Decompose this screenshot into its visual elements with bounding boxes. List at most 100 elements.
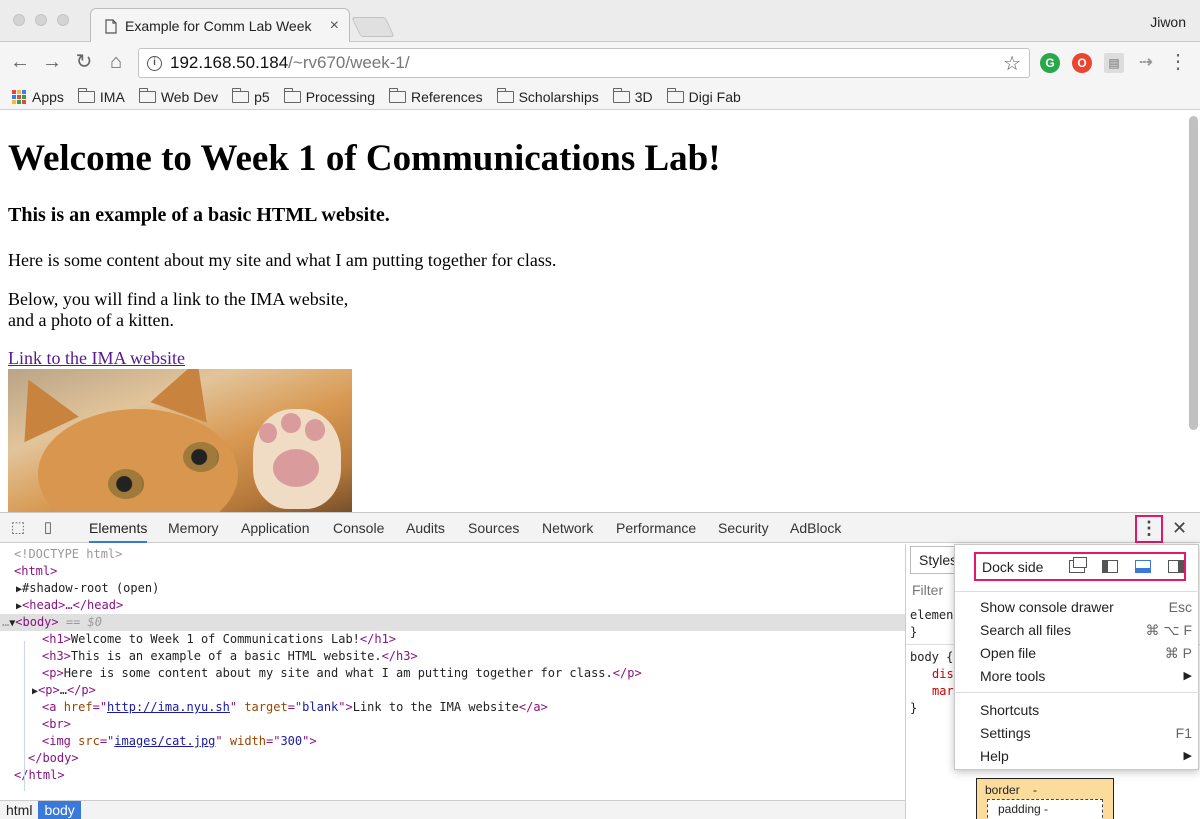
box-model-padding: padding -	[987, 799, 1103, 819]
reload-icon[interactable]: ↻	[72, 50, 96, 74]
menu-item-label: Open file	[980, 645, 1037, 661]
menu-item-shortcuts[interactable]: Shortcuts	[980, 699, 1192, 721]
dock-bottom-icon[interactable]	[1135, 560, 1151, 573]
folder-icon	[666, 87, 684, 103]
tab-memory[interactable]: Memory	[168, 513, 219, 543]
menu-item-shortcut: Esc	[1168, 599, 1192, 615]
folder-icon	[232, 87, 250, 103]
tab-console[interactable]: Console	[333, 513, 384, 543]
node-text: Welcome to Week 1 of Communications Lab!	[70, 632, 360, 646]
box-model-border: border - padding -	[976, 778, 1114, 819]
menu-item-open-file[interactable]: Open file ⌘ P	[980, 642, 1192, 664]
dom-node-html-close[interactable]: </html>	[0, 767, 905, 784]
dom-node-img[interactable]: <img src="images/cat.jpg" width="300">	[0, 733, 905, 750]
profile-name[interactable]: Jiwon	[1150, 14, 1186, 30]
devtools-close-icon[interactable]: ✕	[1172, 518, 1187, 539]
dom-node-a[interactable]: <a href="http://ima.nyu.sh" target="blan…	[0, 699, 905, 716]
dom-node-body[interactable]: …▼<body> == $0	[0, 614, 905, 631]
body-rule-selector[interactable]: body {	[910, 650, 953, 664]
back-icon[interactable]: ←	[8, 50, 32, 74]
close-window-button[interactable]	[13, 14, 25, 26]
dom-node-body-close[interactable]: </body>	[0, 750, 905, 767]
dom-node-h1[interactable]: <h1>Welcome to Week 1 of Communications …	[0, 631, 905, 648]
devtools-menu-icon[interactable]: ⋮	[1135, 515, 1163, 543]
extension-arrow-icon[interactable]: ⇢	[1136, 53, 1156, 73]
bookmark-apps[interactable]: Apps	[12, 89, 64, 105]
apps-grid-icon	[12, 89, 26, 104]
bookmark-folder-web-dev[interactable]: Web Dev	[138, 87, 218, 105]
bookmark-star-icon[interactable]: ☆	[1003, 51, 1021, 76]
dom-node-p[interactable]: <p>Here is some content about my site an…	[0, 665, 905, 682]
dom-node-shadow-root[interactable]: ▶#shadow-root (open)	[0, 580, 905, 597]
tab-performance[interactable]: Performance	[616, 513, 696, 543]
folder-icon	[138, 87, 156, 103]
dom-node-doctype[interactable]: <!DOCTYPE html>	[0, 546, 905, 563]
bookmark-label: Apps	[32, 88, 64, 105]
bookmark-folder-digi-fab[interactable]: Digi Fab	[666, 87, 741, 105]
tab-close-icon[interactable]: ×	[330, 17, 339, 35]
dom-node-head[interactable]: ▶<head>…</head>	[0, 597, 905, 614]
styles-filter-input[interactable]: Filter	[912, 582, 943, 598]
menu-item-label: More tools	[980, 668, 1046, 684]
ima-website-link[interactable]: Link to the IMA website	[8, 348, 185, 369]
tab-application[interactable]: Application	[241, 513, 310, 543]
opera-extension-icon[interactable]: O	[1072, 53, 1092, 73]
browser-tab[interactable]: Example for Comm Lab Week ×	[90, 8, 350, 43]
menu-item-shortcut: F1	[1175, 725, 1192, 741]
css-property[interactable]: dis	[932, 667, 954, 681]
dock-left-icon[interactable]	[1102, 560, 1118, 573]
page-viewport: Welcome to Week 1 of Communications Lab!…	[0, 111, 1200, 512]
menu-item-show-console-drawer[interactable]: Show console drawer Esc	[980, 596, 1192, 618]
dom-node-html[interactable]: <html>	[0, 563, 905, 580]
window-titlebar: Example for Comm Lab Week × Jiwon	[0, 0, 1200, 43]
tab-adblock[interactable]: AdBlock	[790, 513, 841, 543]
menu-item-settings[interactable]: Settings F1	[980, 722, 1192, 744]
address-bar[interactable]: i 192.168.50.184/~rv670/week-1/ ☆	[138, 48, 1030, 78]
src-link[interactable]: images/cat.jpg	[114, 734, 215, 748]
tab-elements[interactable]: Elements	[89, 513, 148, 543]
bookmark-folder-p5[interactable]: p5	[232, 87, 270, 105]
selected-marker: == $0	[58, 615, 102, 629]
dock-right-icon[interactable]	[1168, 560, 1184, 573]
tab-sources[interactable]: Sources	[468, 513, 519, 543]
home-icon[interactable]: ⌂	[104, 50, 128, 74]
page-scrollbar[interactable]	[1189, 116, 1198, 430]
menu-item-search-all-files[interactable]: Search all files ⌘ ⌥ F	[980, 619, 1192, 641]
bookmark-folder-3d[interactable]: 3D	[612, 87, 653, 105]
site-info-icon[interactable]: i	[147, 55, 162, 71]
bookmark-folder-scholarships[interactable]: Scholarships	[496, 87, 599, 105]
dom-node-p-collapsed[interactable]: ▶<p>…</p>	[0, 682, 905, 699]
extension-icon[interactable]: ▤	[1104, 53, 1124, 73]
bookmarks-bar: Apps IMA Web Dev p5 Processing Reference…	[0, 84, 1200, 110]
kitten-eye	[108, 469, 144, 499]
css-property[interactable]: mar	[932, 684, 954, 698]
dom-node-h3[interactable]: <h3>This is an example of a basic HTML w…	[0, 648, 905, 665]
grammarly-extension-icon[interactable]: G	[1040, 53, 1060, 73]
menu-item-help[interactable]: Help ▶	[980, 745, 1192, 767]
submenu-arrow-icon: ▶	[1183, 750, 1192, 762]
bookmark-folder-processing[interactable]: Processing	[283, 87, 375, 105]
undock-icon[interactable]	[1069, 557, 1087, 573]
tab-network[interactable]: Network	[542, 513, 593, 543]
tab-audits[interactable]: Audits	[406, 513, 445, 543]
bookmark-folder-ima[interactable]: IMA	[77, 87, 125, 105]
menu-item-more-tools[interactable]: More tools ▶	[980, 665, 1192, 687]
tag-text: <body>	[15, 615, 59, 629]
element-style-rule: elemen	[910, 608, 954, 622]
zoom-window-button[interactable]	[57, 14, 69, 26]
breadcrumb-body[interactable]: body	[38, 801, 81, 819]
tab-security[interactable]: Security	[718, 513, 769, 543]
bookmark-folder-references[interactable]: References	[388, 87, 483, 105]
chrome-menu-icon[interactable]: ⋮	[1166, 50, 1190, 74]
device-toolbar-icon[interactable]: ▯	[39, 519, 57, 537]
inspect-element-icon[interactable]: ⬚	[9, 519, 27, 537]
bookmark-label: Scholarships	[518, 88, 599, 105]
tab-styles[interactable]: Styles	[910, 546, 958, 574]
new-tab-button[interactable]	[351, 17, 395, 37]
dock-side-label: Dock side	[982, 558, 1044, 575]
href-link[interactable]: http://ima.nyu.sh	[107, 700, 230, 714]
forward-icon[interactable]: →	[40, 50, 64, 74]
dom-node-br[interactable]: <br>	[0, 716, 905, 733]
breadcrumb-html[interactable]: html	[0, 801, 38, 819]
minimize-window-button[interactable]	[35, 14, 47, 26]
